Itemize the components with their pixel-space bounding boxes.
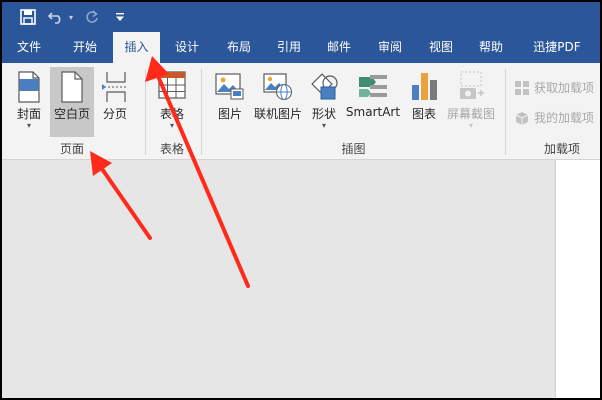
my-addins-label: 我的加载项: [534, 111, 595, 125]
title-bar: ▾: [2, 2, 600, 32]
group-separator: [145, 69, 146, 155]
page-break-label: 分页: [102, 107, 127, 121]
tab-help[interactable]: 帮助: [470, 32, 512, 63]
online-picture-label: 联机图片: [253, 107, 302, 121]
tab-xunjie-pdf[interactable]: 迅捷PDF: [522, 32, 592, 63]
picture-icon: [215, 71, 245, 104]
cover-page-button[interactable]: 封面 ▾: [10, 67, 48, 137]
redo-icon[interactable]: [82, 6, 102, 28]
table-button[interactable]: 表格 ▾: [152, 67, 192, 137]
blank-page-label: 空白页: [53, 107, 90, 121]
page-break-icon: [101, 71, 129, 106]
online-picture-icon: [263, 71, 293, 104]
chart-icon: [410, 71, 438, 104]
shapes-button[interactable]: 形状 ▾: [306, 67, 342, 137]
undo-icon[interactable]: [46, 6, 66, 28]
document-page[interactable]: [555, 160, 600, 398]
document-area[interactable]: [2, 160, 600, 398]
tab-review[interactable]: 审阅: [369, 32, 411, 63]
store-icon: [514, 80, 530, 96]
save-icon[interactable]: [16, 6, 40, 28]
tab-view[interactable]: 视图: [420, 32, 462, 63]
tab-home[interactable]: 开始: [64, 32, 106, 63]
ribbon-tab-bar: 文件 开始 插入 设计 布局 引用 邮件 审阅 视图 帮助 迅捷PDF: [2, 32, 600, 63]
cover-page-label: 封面: [16, 107, 41, 121]
picture-label: 图片: [217, 107, 242, 121]
group-label-tables: 表格: [159, 142, 184, 156]
screenshot-button[interactable]: 屏幕截图 ▾: [445, 67, 497, 137]
word-window: ▾ 文件 开始 插入 设计 布局 引用 邮件 审阅 视图 帮助 迅捷PDF 封面…: [2, 2, 600, 398]
get-addins-label: 获取加载项: [534, 81, 595, 95]
cover-page-icon: [16, 71, 42, 106]
smartart-icon: [358, 71, 388, 104]
picture-button[interactable]: 图片: [210, 67, 250, 137]
tab-layout[interactable]: 布局: [218, 32, 260, 63]
blank-page-icon: [60, 71, 84, 106]
group-separator: [505, 69, 506, 155]
chevron-down-icon: ▾: [321, 121, 326, 130]
group-label-pages: 页面: [59, 142, 84, 156]
screenshot-icon: [456, 71, 486, 104]
group-label-illustrations: 插图: [341, 142, 366, 156]
ribbon-insert: 封面 ▾ 空白页 分页 页面 表格 ▾ 表格 图片 联机图片 形状 ▾ Smar…: [2, 63, 600, 160]
my-addins-icon: [514, 110, 530, 126]
tab-design[interactable]: 设计: [166, 32, 208, 63]
group-label-addins: 加载项: [543, 142, 580, 156]
table-icon: [158, 71, 186, 102]
chevron-down-icon: ▾: [26, 121, 31, 130]
group-separator: [201, 69, 202, 155]
tab-insert[interactable]: 插入: [113, 32, 160, 63]
chart-label: 图表: [411, 107, 436, 121]
chart-button[interactable]: 图表: [405, 67, 443, 137]
tab-mailings[interactable]: 邮件: [318, 32, 360, 63]
my-addins-button[interactable]: 我的加载项: [514, 107, 594, 129]
get-addins-button[interactable]: 获取加载项: [514, 77, 594, 99]
table-label: 表格: [159, 107, 184, 121]
tab-file[interactable]: 文件: [8, 32, 50, 63]
customize-qat-icon[interactable]: [112, 6, 128, 28]
page-break-button[interactable]: 分页: [96, 67, 134, 137]
chevron-down-icon: ▾: [468, 121, 473, 130]
shapes-icon: [309, 71, 339, 104]
screenshot-label: 屏幕截图: [446, 107, 495, 121]
undo-dropdown-icon[interactable]: ▾: [66, 6, 76, 28]
tab-references[interactable]: 引用: [268, 32, 310, 63]
chevron-down-icon: ▾: [169, 121, 174, 130]
blank-page-button[interactable]: 空白页: [50, 67, 94, 137]
smartart-label: SmartArt: [345, 105, 401, 119]
smartart-button[interactable]: SmartArt: [344, 67, 402, 137]
online-picture-button[interactable]: 联机图片: [252, 67, 304, 137]
shapes-label: 形状: [311, 107, 336, 121]
